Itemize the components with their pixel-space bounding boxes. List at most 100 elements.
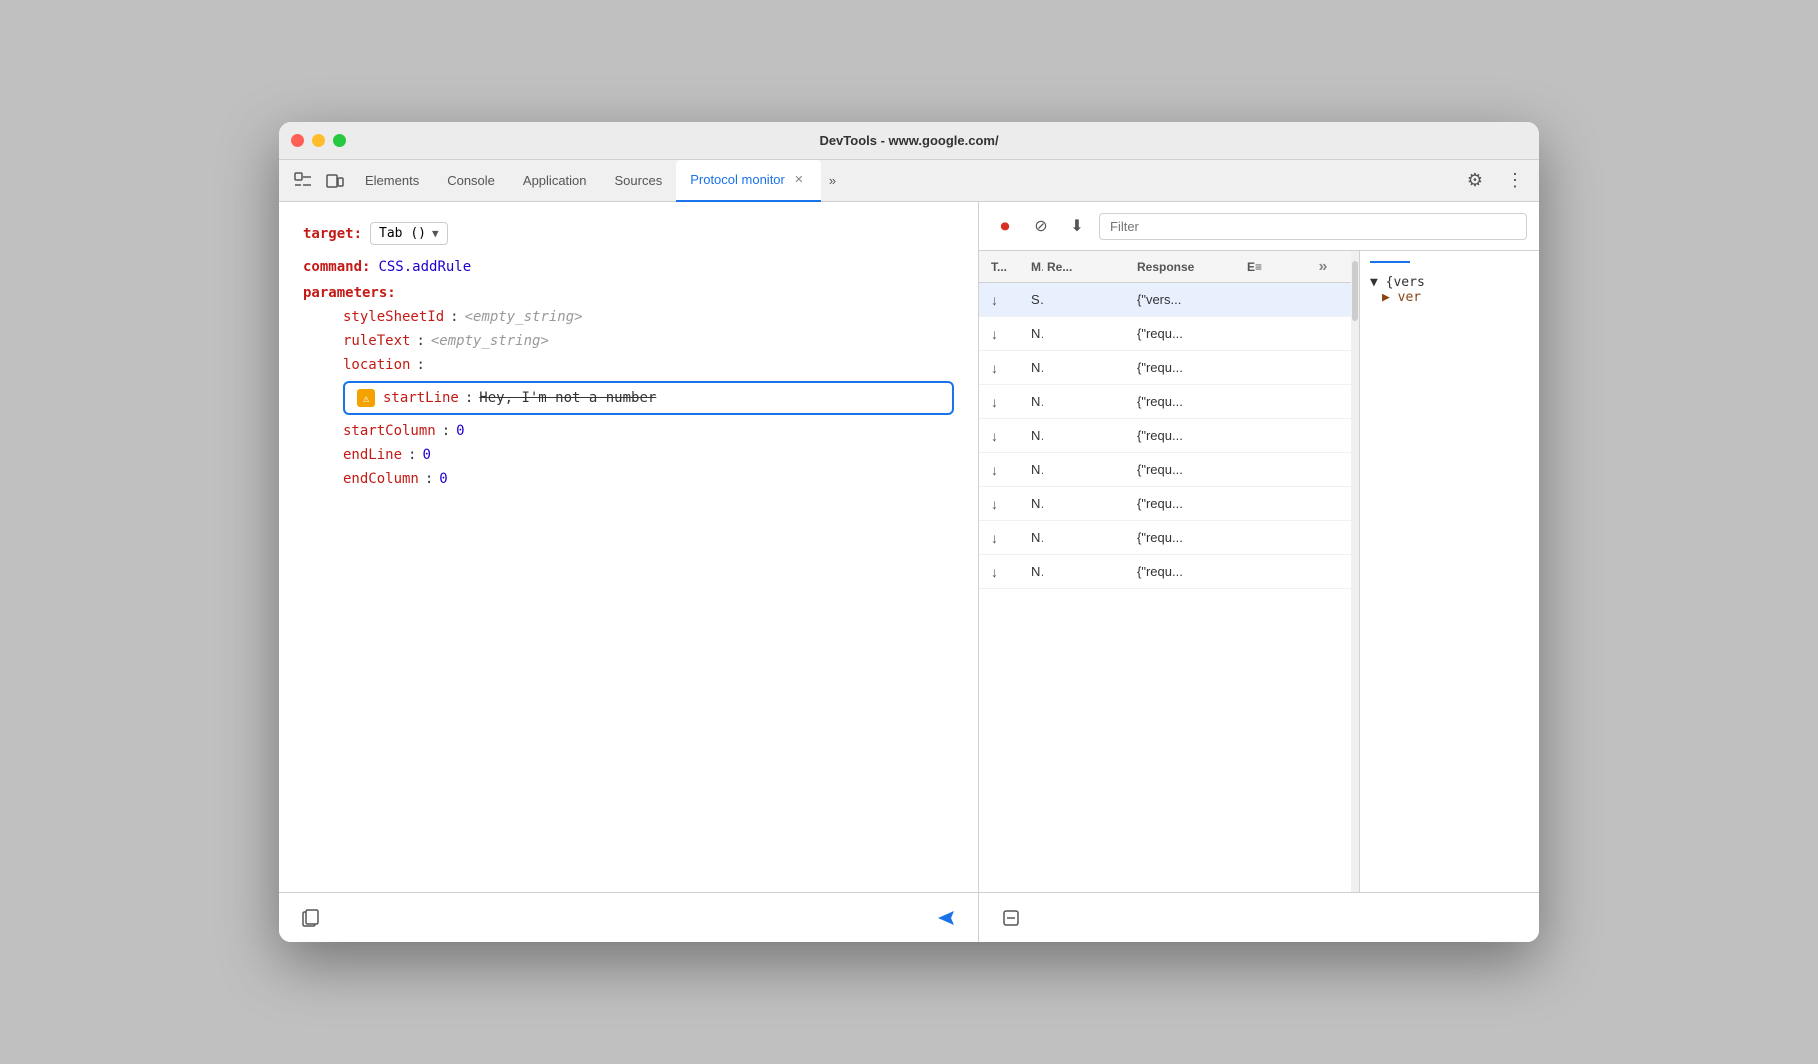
row-method: Network.re...	[1027, 360, 1043, 375]
close-button[interactable]	[291, 134, 304, 147]
copy-icon[interactable]	[295, 902, 327, 934]
row-method: ServiceWo...	[1027, 292, 1043, 307]
row-direction: ↓	[987, 462, 1027, 478]
target-dropdown[interactable]: Tab () ▼	[370, 222, 448, 245]
settings-icon[interactable]: ⚙	[1459, 165, 1491, 197]
param-ruleText: ruleText : <empty_string>	[343, 333, 954, 349]
window-title: DevTools - www.google.com/	[819, 133, 998, 148]
more-tabs-button[interactable]: »	[821, 173, 844, 188]
param-endLine-colon: :	[408, 447, 416, 463]
download-button[interactable]: ⬇	[1063, 212, 1091, 240]
inspect-icon[interactable]	[287, 165, 319, 197]
row-method: Network.re...	[1027, 462, 1043, 477]
data-table: T... Method Re... Response E≡ » ↓ Servic…	[979, 251, 1351, 892]
more-options-icon[interactable]: ⋮	[1499, 165, 1531, 197]
row-response: {"requ...	[1133, 564, 1243, 579]
parameters-label: parameters:	[303, 285, 396, 301]
clear-button[interactable]: ⊘	[1027, 212, 1055, 240]
table-row[interactable]: ↓ Network.re... {"requ...	[979, 555, 1351, 589]
param-styleSheetId-value: <empty_string>	[465, 309, 583, 325]
tab-application[interactable]: Application	[509, 160, 601, 202]
param-startColumn-name: startColumn	[343, 423, 436, 439]
row-method: Network.re...	[1027, 394, 1043, 409]
parameters-section: parameters: styleSheetId : <empty_string…	[303, 285, 954, 487]
row-method: Network.re...	[1027, 326, 1043, 341]
right-sub-panel: ▼ {vers ▶ ver	[1359, 251, 1539, 892]
row-response: {"requ...	[1133, 428, 1243, 443]
row-response: {"requ...	[1133, 530, 1243, 545]
tab-sources[interactable]: Sources	[601, 160, 677, 202]
tab-protocol-monitor-label: Protocol monitor	[690, 172, 785, 187]
target-value: Tab ()	[379, 226, 426, 241]
tab-sources-label: Sources	[615, 173, 663, 188]
param-startColumn: startColumn : 0	[343, 423, 954, 439]
dropdown-arrow-icon: ▼	[432, 227, 439, 240]
tab-protocol-monitor[interactable]: Protocol monitor ✕	[676, 160, 821, 202]
row-direction: ↓	[987, 496, 1027, 512]
param-startLine-highlighted[interactable]: ⚠ startLine : Hey, I'm not a number	[343, 381, 954, 415]
param-startLine-name: startLine	[383, 390, 459, 406]
filter-input[interactable]	[1099, 213, 1527, 240]
history-icon[interactable]	[995, 902, 1027, 934]
row-direction: ↓	[987, 326, 1027, 342]
row-direction: ↓	[987, 564, 1027, 580]
table-row[interactable]: ↓ Network.lo... {"requ...	[979, 487, 1351, 521]
param-endColumn-value: 0	[439, 471, 447, 487]
row-response: {"requ...	[1133, 496, 1243, 511]
param-ruleText-colon: :	[416, 333, 424, 349]
param-styleSheetId-colon: :	[450, 309, 458, 325]
row-direction: ↓	[987, 530, 1027, 546]
col-header-request: Re...	[1043, 260, 1133, 274]
maximize-button[interactable]	[333, 134, 346, 147]
scrollbar-thumb[interactable]	[1352, 261, 1358, 321]
param-endLine-name: endLine	[343, 447, 402, 463]
tab-elements-label: Elements	[365, 173, 419, 188]
right-panels: T... Method Re... Response E≡ » ↓ Servic…	[979, 251, 1539, 892]
row-method: Network.lo...	[1027, 496, 1043, 511]
json-preview: ▼ {vers ▶ ver	[1370, 275, 1529, 305]
row-direction: ↓	[987, 292, 1027, 308]
command-value: CSS.addRule	[378, 259, 471, 275]
param-endColumn-colon: :	[425, 471, 433, 487]
target-row: target: Tab () ▼	[303, 222, 954, 245]
row-direction: ↓	[987, 428, 1027, 444]
param-endColumn-name: endColumn	[343, 471, 419, 487]
stop-recording-button[interactable]: ⏺	[991, 212, 1019, 240]
filter-bar: ⏺ ⊘ ⬇	[979, 202, 1539, 251]
target-label: target:	[303, 226, 362, 242]
param-styleSheetId: styleSheetId : <empty_string>	[343, 309, 954, 325]
table-row[interactable]: ↓ Network.re... {"requ...	[979, 521, 1351, 555]
row-response: {"vers...	[1133, 292, 1243, 307]
left-panel: target: Tab () ▼ command: CSS.addRule pa…	[279, 202, 979, 942]
minimize-button[interactable]	[312, 134, 325, 147]
json-line2: ▶ ver	[1382, 290, 1421, 305]
tab-console-label: Console	[447, 173, 495, 188]
row-response: {"requ...	[1133, 326, 1243, 341]
param-startLine-value: Hey, I'm not a number	[479, 390, 656, 406]
bottom-bar	[279, 892, 978, 942]
param-endLine-value: 0	[422, 447, 430, 463]
table-row[interactable]: ↓ Network.re... {"requ...	[979, 453, 1351, 487]
tabs-bar: Elements Console Application Sources Pro…	[279, 160, 1539, 202]
close-tab-icon[interactable]: ✕	[791, 172, 807, 188]
row-direction: ↓	[987, 394, 1027, 410]
table-row[interactable]: ↓ Network.re... {"requ...	[979, 385, 1351, 419]
device-icon[interactable]	[319, 165, 351, 197]
table-row[interactable]: ↓ ServiceWo... {"vers...	[979, 283, 1351, 317]
tab-elements[interactable]: Elements	[351, 160, 433, 202]
devtools-window: DevTools - www.google.com/ Elements Cons…	[279, 122, 1539, 942]
tab-console[interactable]: Console	[433, 160, 509, 202]
col-header-response: Response	[1133, 260, 1243, 274]
expand-columns-icon[interactable]: »	[1303, 258, 1343, 276]
row-direction: ↓	[987, 360, 1027, 376]
tab-application-label: Application	[523, 173, 587, 188]
table-row[interactable]: ↓ Network.re... {"requ...	[979, 351, 1351, 385]
table-row[interactable]: ↓ Network.re... {"requ...	[979, 317, 1351, 351]
main-content: target: Tab () ▼ command: CSS.addRule pa…	[279, 202, 1539, 942]
send-button[interactable]	[930, 902, 962, 934]
row-response: {"requ...	[1133, 360, 1243, 375]
table-row[interactable]: ↓ Network.re... {"requ...	[979, 419, 1351, 453]
param-startLine-colon: :	[465, 390, 473, 406]
scrollbar-track[interactable]	[1351, 251, 1359, 892]
param-startColumn-colon: :	[442, 423, 450, 439]
